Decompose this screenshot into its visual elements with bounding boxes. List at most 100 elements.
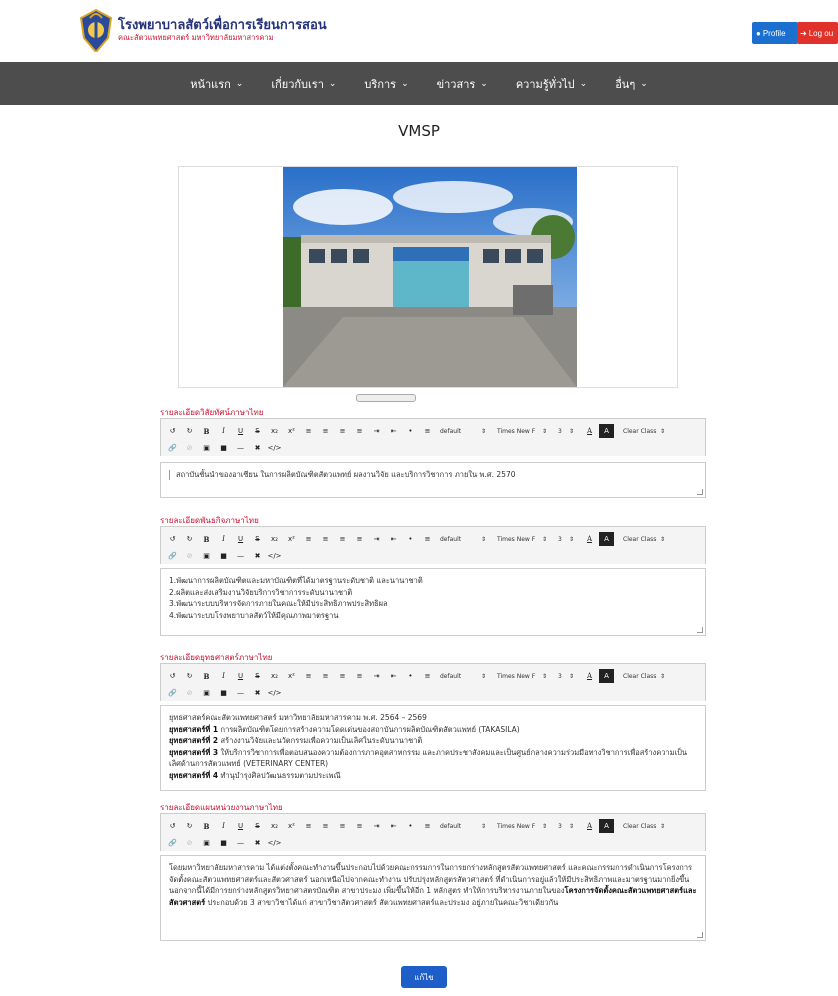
outdent-icon[interactable]: ⇤ — [386, 669, 401, 683]
video-icon[interactable]: ■ — [216, 686, 231, 700]
font-select[interactable]: Times New F ⇕ — [494, 425, 550, 438]
align-right-icon[interactable]: ≡ — [335, 532, 350, 546]
video-icon[interactable]: ■ — [216, 549, 231, 563]
outdent-icon[interactable]: ⇤ — [386, 532, 401, 546]
redo-icon[interactable]: ↻ — [182, 424, 197, 438]
undo-icon[interactable]: ↺ — [165, 669, 180, 683]
clear-class-select[interactable]: Clear Class ⇕ — [620, 425, 668, 438]
align-right-icon[interactable]: ≡ — [335, 424, 350, 438]
underline-icon[interactable]: U — [233, 669, 248, 683]
outdent-icon[interactable]: ⇤ — [386, 424, 401, 438]
faculty-logo[interactable] — [78, 8, 114, 52]
nav-item-home[interactable]: หน้าแรก ⌄ — [176, 75, 257, 93]
font-select[interactable]: Times New F ⇕ — [494, 670, 550, 683]
align-left-icon[interactable]: ≡ — [301, 532, 316, 546]
superscript-icon[interactable]: x² — [284, 424, 299, 438]
code-view-icon[interactable]: </> — [267, 686, 282, 700]
strikethrough-icon[interactable]: S — [250, 532, 265, 546]
unlink-icon[interactable]: ⊘ — [182, 549, 197, 563]
profile-button[interactable]: ● Profile — [752, 22, 798, 44]
superscript-icon[interactable]: x² — [284, 532, 299, 546]
size-select[interactable]: default ⇕ — [437, 425, 489, 438]
underline-icon[interactable]: U — [233, 819, 248, 833]
indent-icon[interactable]: ⇥ — [369, 424, 384, 438]
highlight-icon[interactable]: A — [599, 424, 614, 438]
indent-icon[interactable]: ⇥ — [369, 669, 384, 683]
numbered-list-icon[interactable]: ≡ — [420, 424, 435, 438]
nav-item-about[interactable]: เกี่ยวกับเรา ⌄ — [257, 75, 350, 93]
redo-icon[interactable]: ↻ — [182, 669, 197, 683]
subscript-icon[interactable]: x₂ — [267, 669, 282, 683]
align-left-icon[interactable]: ≡ — [301, 424, 316, 438]
undo-icon[interactable]: ↺ — [165, 532, 180, 546]
align-justify-icon[interactable]: ≡ — [352, 532, 367, 546]
font-color-icon[interactable]: A — [582, 819, 597, 833]
indent-icon[interactable]: ⇥ — [369, 532, 384, 546]
font-color-icon[interactable]: A — [582, 669, 597, 683]
bulleted-list-icon[interactable]: • — [403, 532, 418, 546]
bulleted-list-icon[interactable]: • — [403, 819, 418, 833]
link-icon[interactable]: 🔗 — [165, 549, 180, 563]
align-left-icon[interactable]: ≡ — [301, 669, 316, 683]
highlight-icon[interactable]: A — [599, 819, 614, 833]
size-select[interactable]: default ⇕ — [437, 820, 489, 833]
image-icon[interactable]: ▣ — [199, 686, 214, 700]
image-icon[interactable]: ▣ — [199, 549, 214, 563]
resize-handle[interactable] — [697, 627, 703, 633]
redo-icon[interactable]: ↻ — [182, 819, 197, 833]
unit-plan-editor[interactable]: โดยมหาวิทยาลัยมหาสารคาม ได้แต่งตั้งคณะทำ… — [160, 855, 706, 941]
remove-format-icon[interactable]: ✖ — [250, 549, 265, 563]
strikethrough-icon[interactable]: S — [250, 424, 265, 438]
bold-icon[interactable]: B — [199, 669, 214, 683]
align-center-icon[interactable]: ≡ — [318, 532, 333, 546]
subscript-icon[interactable]: x₂ — [267, 532, 282, 546]
align-center-icon[interactable]: ≡ — [318, 424, 333, 438]
undo-icon[interactable]: ↺ — [165, 424, 180, 438]
italic-icon[interactable]: I — [216, 532, 231, 546]
nav-item-news[interactable]: ข่าวสาร ⌄ — [423, 75, 502, 93]
font-size-select[interactable]: 3 ⇕ — [555, 533, 577, 546]
horizontal-rule-icon[interactable]: — — [233, 686, 248, 700]
strategy-editor[interactable]: ยุทธศาสตร์คณะสัตวแพทยศาสตร์ มหาวิทยาลัยม… — [160, 705, 706, 791]
size-select[interactable]: default ⇕ — [437, 670, 489, 683]
strikethrough-icon[interactable]: S — [250, 669, 265, 683]
unlink-icon[interactable]: ⊘ — [182, 441, 197, 455]
font-size-select[interactable]: 3 ⇕ — [555, 670, 577, 683]
vision-editor[interactable]: สถาบันชั้นนำของอาเซียน ในการผลิตบัณฑิตสั… — [160, 462, 706, 498]
strikethrough-icon[interactable]: S — [250, 819, 265, 833]
align-right-icon[interactable]: ≡ — [335, 819, 350, 833]
horizontal-scrollbar[interactable] — [356, 394, 416, 402]
bold-icon[interactable]: B — [199, 819, 214, 833]
italic-icon[interactable]: I — [216, 669, 231, 683]
logout-button[interactable]: ➜ Log ou — [797, 22, 838, 44]
numbered-list-icon[interactable]: ≡ — [420, 669, 435, 683]
font-size-select[interactable]: 3 ⇕ — [555, 820, 577, 833]
highlight-icon[interactable]: A — [599, 669, 614, 683]
outdent-icon[interactable]: ⇤ — [386, 819, 401, 833]
redo-icon[interactable]: ↻ — [182, 532, 197, 546]
clear-class-select[interactable]: Clear Class ⇕ — [620, 670, 668, 683]
superscript-icon[interactable]: x² — [284, 669, 299, 683]
video-icon[interactable]: ■ — [216, 441, 231, 455]
remove-format-icon[interactable]: ✖ — [250, 836, 265, 850]
indent-icon[interactable]: ⇥ — [369, 819, 384, 833]
numbered-list-icon[interactable]: ≡ — [420, 532, 435, 546]
font-select[interactable]: Times New F ⇕ — [494, 820, 550, 833]
video-icon[interactable]: ■ — [216, 836, 231, 850]
subscript-icon[interactable]: x₂ — [267, 819, 282, 833]
code-view-icon[interactable]: </> — [267, 549, 282, 563]
unlink-icon[interactable]: ⊘ — [182, 836, 197, 850]
align-center-icon[interactable]: ≡ — [318, 669, 333, 683]
italic-icon[interactable]: I — [216, 424, 231, 438]
code-view-icon[interactable]: </> — [267, 441, 282, 455]
size-select[interactable]: default ⇕ — [437, 533, 489, 546]
horizontal-rule-icon[interactable]: — — [233, 441, 248, 455]
code-view-icon[interactable]: </> — [267, 836, 282, 850]
bulleted-list-icon[interactable]: • — [403, 669, 418, 683]
nav-item-others[interactable]: อื่นๆ ⌄ — [601, 75, 662, 93]
underline-icon[interactable]: U — [233, 532, 248, 546]
link-icon[interactable]: 🔗 — [165, 686, 180, 700]
horizontal-rule-icon[interactable]: — — [233, 836, 248, 850]
clear-class-select[interactable]: Clear Class ⇕ — [620, 820, 668, 833]
nav-item-services[interactable]: บริการ ⌄ — [350, 75, 422, 93]
